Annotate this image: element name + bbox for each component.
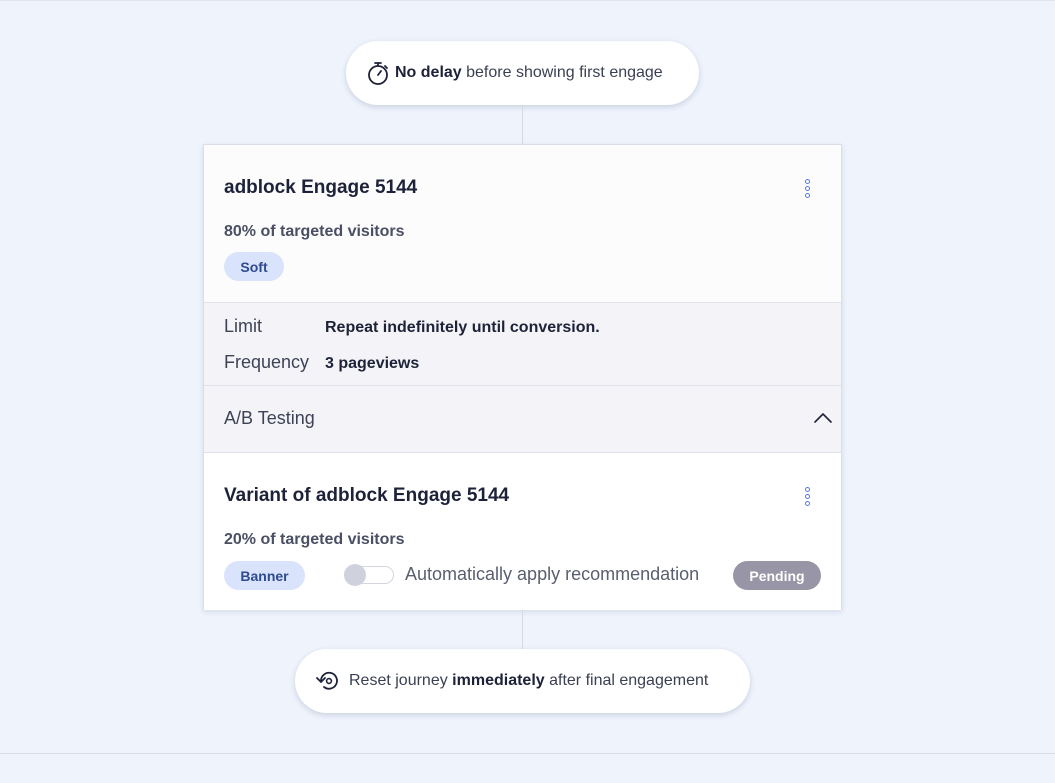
- variant-title: Variant of adblock Engage 5144: [224, 485, 510, 506]
- auto-apply-toggle[interactable]: [344, 564, 396, 586]
- variant-kebab-menu-icon[interactable]: [800, 484, 814, 508]
- connector-top: [522, 105, 523, 144]
- engage-card: adblock Engage 5144 80% of targeted visi…: [203, 144, 842, 610]
- delay-text: No delay before showing first engage: [395, 64, 663, 82]
- delay-pill: No delay before showing first engage: [346, 41, 699, 105]
- reset-pill: Reset journey immediately after final en…: [295, 649, 750, 713]
- ab-testing-label: A/B Testing: [224, 408, 315, 428]
- limit-value: Repeat indefinitely until conversion.: [325, 319, 600, 336]
- frequency-label: Frequency: [224, 352, 310, 372]
- variant-percent: 20% of targeted visitors: [224, 531, 405, 548]
- bottom-band: [0, 754, 1055, 783]
- variant-section: Variant of adblock Engage 5144 20% of ta…: [204, 453, 841, 610]
- engage-title: adblock Engage 5144: [224, 177, 418, 198]
- reset-prefix: Reset journey: [349, 672, 453, 689]
- reset-icon: [316, 671, 338, 690]
- reset-bold: immediately: [452, 672, 545, 689]
- variant-type-tag: Banner: [224, 561, 305, 590]
- delay-rest: before showing first engage: [461, 64, 663, 81]
- top-divider: [0, 0, 1055, 1]
- delay-bold: No delay: [395, 64, 462, 81]
- engage-main-section: adblock Engage 5144 80% of targeted visi…: [204, 145, 841, 302]
- kebab-menu-icon[interactable]: [800, 176, 814, 200]
- engage-percent: 80% of targeted visitors: [224, 223, 405, 240]
- stopwatch-icon: [368, 62, 388, 85]
- frequency-value: 3 pageviews: [325, 355, 420, 372]
- engage-settings: Limit Repeat indefinitely until conversi…: [204, 302, 841, 386]
- engage-type-tag: Soft: [224, 252, 284, 281]
- status-badge: Pending: [733, 561, 821, 590]
- ab-testing-header[interactable]: A/B Testing: [204, 386, 841, 453]
- reset-text: Reset journey immediately after final en…: [349, 672, 708, 690]
- reset-suffix: after final engagement: [544, 672, 709, 689]
- chevron-up-icon[interactable]: [813, 412, 833, 424]
- toggle-knob: [344, 564, 366, 586]
- auto-apply-label: Automatically apply recommendation: [405, 564, 700, 584]
- connector-bottom: [522, 610, 523, 649]
- limit-label: Limit: [224, 316, 263, 336]
